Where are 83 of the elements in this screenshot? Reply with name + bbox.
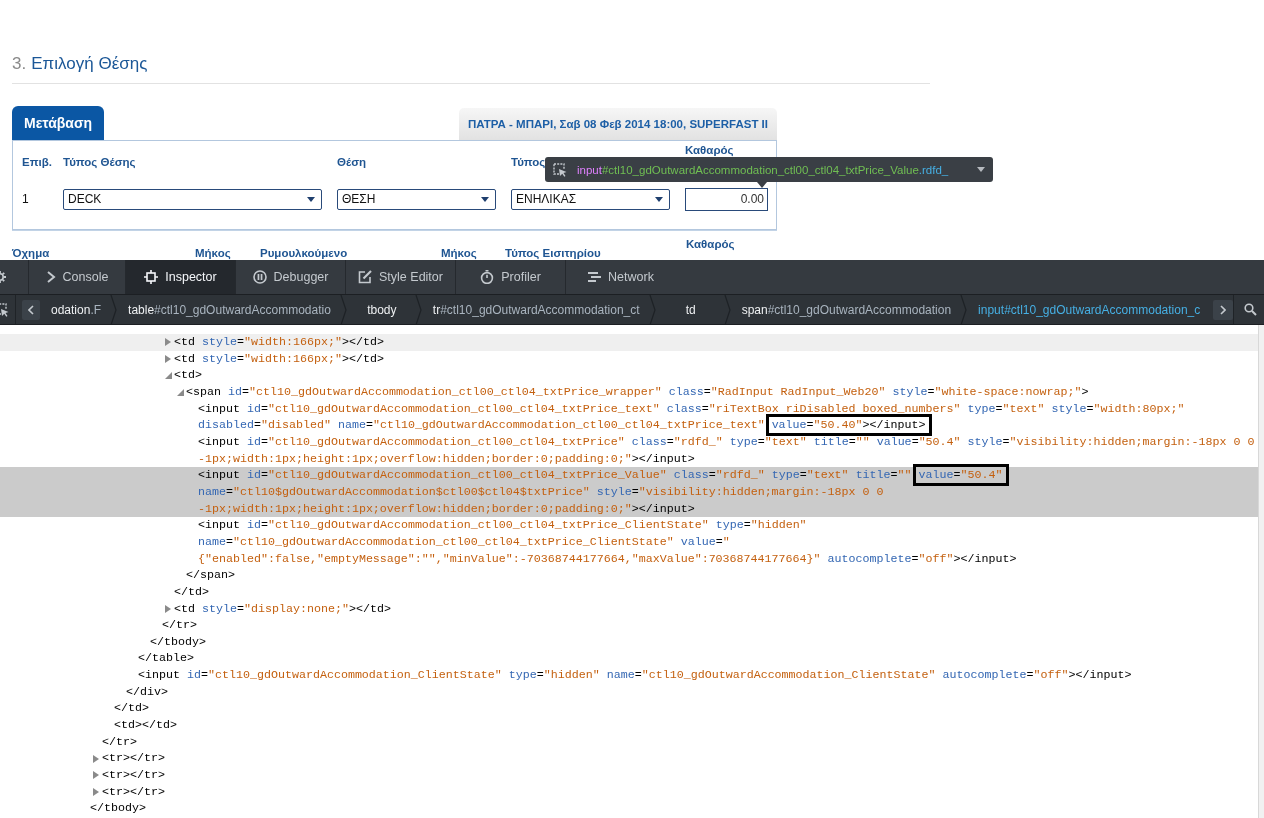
- column-header: Επιβ.: [22, 154, 52, 169]
- lines-icon: [587, 271, 602, 283]
- disclosure-triangle-icon[interactable]: [165, 338, 171, 347]
- pointer-box-icon[interactable]: [0, 302, 9, 317]
- column-header: Καθαρός: [685, 143, 734, 157]
- scroll-left-button[interactable]: [22, 299, 40, 320]
- chevron-left-icon: [28, 304, 34, 315]
- price-field[interactable]: 0.00: [685, 187, 768, 211]
- breadcrumb[interactable]: odation.F: [40, 295, 111, 324]
- pause-circle-icon: [252, 270, 267, 284]
- markup-node[interactable]: <input id="ctl10_gdOutwardAccommodation_ctl00_ctl04_txtPrice" class="rdfd_" type="text" title="" value="50.4" style="visibility:hidden;margin:-18px 0 0 -1px;width:1px;height:1px;overflow:hidden;border:0;padding:0;"></input>: [198, 433, 1258, 468]
- closing-tag: </table>: [138, 650, 1258, 668]
- column-header: Μήκος: [195, 246, 231, 260]
- markup-node[interactable]: <input id="ctl10_gdOutwardAccommodation_ctl00_ctl04_txtPrice_Value" class="rdfd_" type="text" title="" value="50.4" name="ctl10$gdOutwardAccommodation$ctl00$ctl04$txtPrice" style="visibility:hidden;margin:-18px 0 0 -1px;width:1px;height:1px;overflow:hidden;border:0;padding:0;"></input>: [198, 467, 1258, 518]
- devtools-tab[interactable]: Inspector: [125, 260, 235, 294]
- closing-tag: </div>: [126, 683, 1258, 701]
- column-header: Τύπος Θέσης: [63, 154, 136, 169]
- markup-node[interactable]: <td style="display:none;"></td>: [174, 600, 1258, 618]
- step-number: 3.: [12, 54, 27, 74]
- markup-node[interactable]: <input id="ctl10_gdOutwardAccommodation_ctl00_ctl04_txtPrice_ClientState" type="hidden" name="ctl10_gdOutwardAccommodation_ctl00_ctl04_txtPrice_ClientState" value="{"enabled":false,"emptyMessage":"","minValue":-70368744177664,"maxValue":70368744177664}" autocomplete="off"></input>: [198, 517, 1258, 568]
- column-header: Μήκος: [441, 246, 477, 260]
- trip-header: ΠΑΤΡΑ - ΜΠΑΡΙ, Σαβ 08 Φεβ 2014 18:00, SUPERFAST II: [459, 108, 777, 140]
- scroll-right-button[interactable]: [1213, 299, 1233, 320]
- seat-dropdown[interactable]: ΘΕΣΗ: [337, 188, 496, 210]
- gear-icon[interactable]: [0, 270, 6, 284]
- breadcrumb[interactable]: table#ctl10_gdOutwardAccommodatio: [117, 295, 340, 324]
- devtools-tab[interactable]: Debugger: [235, 260, 345, 294]
- breadcrumb[interactable]: span#ctl10_gdOutwardAccommodation: [730, 295, 961, 324]
- pencil-box-icon: [358, 270, 373, 284]
- breadcrumb[interactable]: input#ctl10_gdOutwardAccommodation_c: [967, 295, 1210, 324]
- caret-icon: [655, 196, 663, 202]
- markup-node[interactable]: <span id="ctl10_gdOutwardAccommodation_ctl00_ctl04_txtPrice_wrapper" class="RadInput RadInput_Web20" style="white-space:nowrap;">: [186, 383, 1258, 401]
- disclosure-triangle-icon[interactable]: [165, 604, 171, 613]
- caret-icon: [307, 196, 315, 202]
- markup-node[interactable]: <tr></tr>: [102, 750, 1258, 768]
- closing-tag: </span>: [186, 567, 1258, 584]
- markup-node[interactable]: <td></td>: [114, 717, 1258, 734]
- closing-tag: </td>: [174, 583, 1258, 601]
- devtools-tab[interactable]: Profiler: [455, 260, 565, 294]
- chevron-right-icon: [45, 271, 56, 283]
- devtools-tab[interactable]: Style Editor: [345, 260, 455, 294]
- column-header: Τύπος Εισιτηρίου: [505, 246, 601, 260]
- markup-node[interactable]: <tr></tr>: [102, 767, 1258, 784]
- markup-node[interactable]: <td>: [174, 367, 1258, 384]
- disclosure-triangle-icon[interactable]: [93, 788, 99, 796]
- breadcrumb[interactable]: tbody: [346, 295, 415, 324]
- table-cell: 1: [22, 192, 29, 206]
- closing-tag: </tr>: [162, 617, 1258, 634]
- disclosure-triangle-icon[interactable]: [93, 771, 99, 780]
- column-header: Ρυμουλκούμενο: [260, 246, 348, 260]
- seat-type-dropdown[interactable]: DECK: [63, 188, 322, 210]
- pointer-box-icon: [553, 162, 567, 177]
- caret-icon: [481, 196, 489, 202]
- breadcrumb[interactable]: td: [655, 295, 724, 324]
- column-header: Καθαρός: [686, 237, 735, 251]
- closing-tag: </tr>: [102, 733, 1258, 751]
- crosshair-box-icon: [144, 270, 159, 284]
- section-title: Επιλογή Θέσης: [31, 54, 148, 74]
- markup-node[interactable]: <tr></tr>: [102, 783, 1258, 801]
- markup-node[interactable]: <td style="width:166px;"></td>: [174, 334, 1258, 351]
- scrollbar[interactable]: [1258, 325, 1264, 818]
- passenger-type-dropdown[interactable]: ΕΝΗΛΙΚΑΣ: [511, 188, 670, 210]
- search-icon[interactable]: [1244, 303, 1257, 316]
- stopwatch-icon: [480, 270, 495, 284]
- closing-tag: </tbody>: [150, 633, 1258, 651]
- column-header: Θέση: [337, 154, 367, 169]
- disclosure-triangle-icon[interactable]: [165, 354, 171, 363]
- journey-tab[interactable]: Μετάβαση: [12, 106, 104, 140]
- chevron-right-icon: [1220, 304, 1226, 315]
- column-header: Όχημα: [12, 246, 50, 260]
- closing-tag: </tbody>: [90, 800, 1258, 818]
- disclosure-triangle-icon[interactable]: [165, 372, 172, 380]
- markup-node[interactable]: <td style="width:166px;"></td>: [174, 350, 1258, 368]
- devtools-tab[interactable]: Network: [565, 260, 675, 294]
- breadcrumb[interactable]: tr#ctl10_gdOutwardAccommodation_ct: [421, 295, 649, 324]
- markup-node[interactable]: <input id="ctl10_gdOutwardAccommodation_ctl00_ctl04_txtPrice_text" class="riTextBox riDisabled boxed_numbers" type="text" style="width:80px;" disabled="disabled" name="ctl10_gdOutwardAccommodation_ctl00_ctl04_txtPrice_text" value="50.40"></input>: [198, 400, 1258, 434]
- disclosure-triangle-icon[interactable]: [177, 388, 184, 396]
- disclosure-triangle-icon[interactable]: [93, 754, 99, 763]
- selector-text: input#ctl10_gdOutwardAccommodation_ctl00_ctl04_txtPrice_Value.rdfd_: [577, 163, 949, 176]
- closing-tag: </td>: [114, 700, 1258, 718]
- caret-icon[interactable]: [977, 167, 985, 172]
- markup-node[interactable]: <input id="ctl10_gdOutwardAccommodation_ClientState" type="hidden" name="ctl10_gdOutwardAccommodation_ClientState" autocomplete="off"></input>: [138, 667, 1258, 684]
- column-header: Τύπος: [511, 154, 546, 169]
